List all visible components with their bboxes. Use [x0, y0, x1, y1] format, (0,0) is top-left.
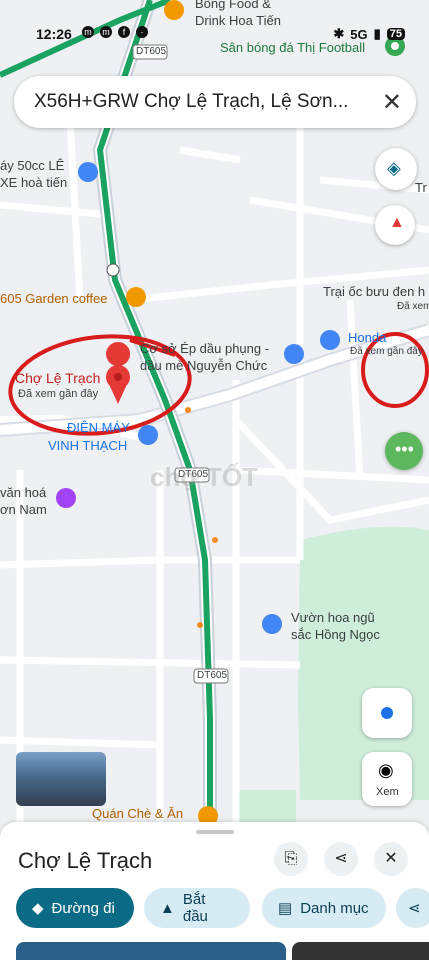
bluetooth-icon: ✱: [333, 26, 345, 41]
layers-icon: ◈: [387, 158, 401, 178]
map-label: XE hoà tiến: [0, 175, 68, 190]
food-icon: [164, 0, 184, 20]
battery-icon: 75: [386, 28, 405, 40]
map-label: dầu mè Nguyễn Chức: [140, 358, 268, 373]
place-title: Chợ Lệ Trạch: [18, 848, 153, 873]
search-query[interactable]: X56H+GRW Chợ Lệ Trạch, Lệ Sơn...: [34, 91, 364, 113]
map-label: sắc Hồng Ngọc: [291, 627, 380, 642]
map-label: văn hoá: [0, 485, 47, 500]
search-bar[interactable]: X56H+GRW Chợ Lệ Trạch, Lệ Sơn... ✕: [14, 76, 416, 128]
shop-icon: [262, 614, 282, 634]
app-icon: ·: [136, 26, 148, 38]
map-label: Trại ốc bưu đen h: [323, 284, 426, 299]
share-button[interactable]: ⋖: [324, 842, 358, 876]
map-label: Honda: [348, 330, 387, 345]
menu-button[interactable]: ▤ Danh mục: [262, 888, 386, 928]
place-sublabel: Đã xem gần đây: [18, 388, 99, 400]
start-button[interactable]: ▲ Bắt đầu: [144, 888, 250, 928]
share-icon: ⋖: [334, 850, 348, 867]
messenger-icon: m: [82, 26, 94, 38]
menu-label: Danh mục: [300, 899, 369, 917]
map-label: Quán Chè & Ăn: [92, 806, 184, 821]
map-label: ĐIỆN MÁY: [67, 420, 130, 435]
shop-icon: [320, 330, 340, 350]
watermark: chợ TỐT: [150, 462, 259, 492]
navigation-icon: ▲: [160, 899, 175, 917]
street-view-label: Xem: [376, 786, 399, 798]
directions-button[interactable]: ◆ Đường đi: [16, 888, 134, 928]
street-view-button[interactable]: ◉ Xem: [362, 752, 412, 806]
directions-label: Đường đi: [51, 899, 115, 917]
close-icon: ✕: [384, 850, 398, 867]
map-label: VINH THẠCH: [48, 438, 128, 453]
map-label: 605 Garden coffee: [0, 291, 108, 306]
photo-strip[interactable]: [292, 942, 429, 960]
place-bottom-sheet[interactable]: Chợ Lệ Trạch ⎘ ⋖ ✕ ◆ Đường đi ▲ Bắt đầu …: [0, 822, 429, 960]
signal-icon: ▮: [373, 26, 381, 41]
directions-icon: ◆: [32, 900, 44, 917]
camera-icon: ◉: [378, 760, 394, 780]
shop-icon: [138, 425, 158, 445]
map-label: áy 50cc LÊ: [0, 158, 65, 173]
map-label: Cơ sở Ép dầu phụng -: [140, 341, 270, 356]
save-button[interactable]: ⎘: [274, 842, 308, 876]
bookmark-icon: ⎘: [284, 850, 298, 867]
map-label: Bông Food &: [195, 0, 271, 11]
share-chip[interactable]: ⋖: [396, 888, 429, 928]
street-view-thumbnail[interactable]: [16, 752, 106, 806]
network-label: 5G: [350, 26, 368, 42]
compass-icon: ▲: [389, 214, 405, 231]
my-location-icon: [381, 707, 393, 719]
map-label: Đã xem gần đây: [350, 346, 423, 357]
shop-icon: [78, 162, 98, 182]
my-location-button[interactable]: [362, 688, 412, 738]
road-label: DT605: [197, 670, 228, 681]
facebook-icon: f: [118, 26, 130, 38]
map-label: ơn Nam: [0, 502, 47, 517]
place-label[interactable]: Chợ Lệ Trạch: [15, 370, 100, 386]
cafe-icon: [126, 287, 146, 307]
storefront-icon: ▤: [278, 900, 293, 917]
start-label: Bắt đầu: [182, 891, 208, 925]
status-time: 12:26: [36, 26, 72, 42]
photo-strip[interactable]: [16, 942, 286, 960]
map-label: Vườn hoa ngũ: [291, 610, 375, 625]
map-label: Đã xem: [397, 301, 429, 312]
drag-handle[interactable]: [196, 830, 234, 834]
messenger-icon: m: [100, 26, 112, 38]
shop-icon: [284, 344, 304, 364]
layers-button[interactable]: ◈: [375, 148, 417, 190]
compass-button[interactable]: ▲: [375, 205, 415, 245]
more-icon: •••: [395, 439, 414, 459]
share-icon: ⋖: [408, 900, 421, 917]
more-button[interactable]: •••: [385, 432, 423, 470]
status-bar: 12:26 m m f · ✱ 5G ▮ 75: [0, 22, 429, 48]
close-button[interactable]: ✕: [374, 842, 408, 876]
map-label: Tr: [415, 180, 427, 195]
close-icon[interactable]: ✕: [382, 88, 402, 117]
culture-icon: [56, 488, 76, 508]
